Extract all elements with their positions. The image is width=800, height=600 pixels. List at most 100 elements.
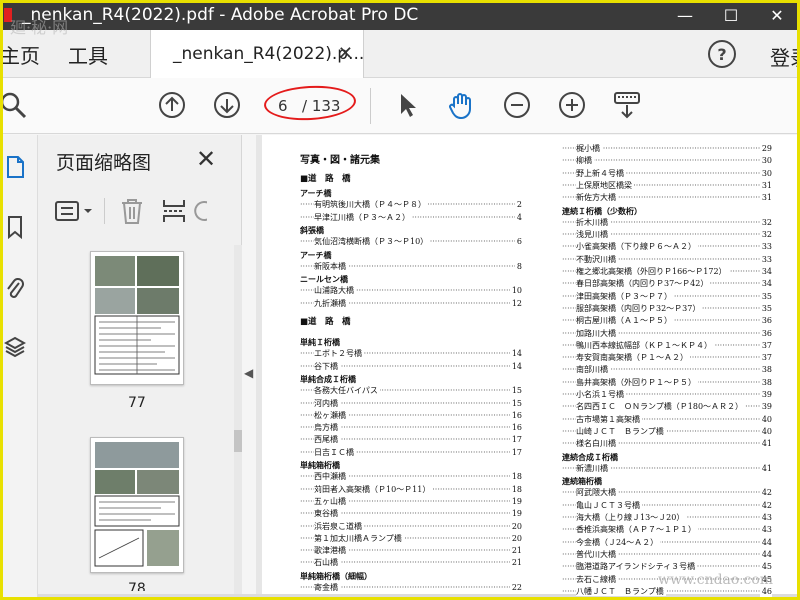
toc-entry[interactable]: 春日部高架橋（内回りＰ37～Ｐ42）······················… bbox=[562, 278, 772, 291]
select-arrow-icon[interactable] bbox=[392, 90, 422, 120]
toc-entry[interactable]: 阿武隈大橋 ···································… bbox=[562, 487, 772, 500]
login-button[interactable]: 登录 bbox=[770, 42, 800, 71]
panel-close-icon[interactable]: ✕ bbox=[196, 145, 216, 173]
toc-entry[interactable]: 西中瀬橋 ····································… bbox=[300, 471, 522, 484]
thumbnail-page-78[interactable] bbox=[90, 437, 184, 573]
toc-entry[interactable]: 新濃川橋 ····································… bbox=[562, 462, 772, 475]
toc-entry[interactable]: 服部高架橋（内回りＰ32～Ｐ37）·······················… bbox=[562, 302, 772, 315]
toc-entry[interactable]: 新阪本橋 ····································… bbox=[300, 260, 522, 273]
toc-entry[interactable]: 有明筑後川大橋（Ｐ４～Ｐ８）··························… bbox=[300, 199, 522, 212]
tab-document[interactable]: _nenkan_R4(2022).p... ✕ bbox=[150, 30, 364, 78]
toc-page-number: 36 bbox=[759, 315, 772, 328]
toc-entry[interactable]: 津田高架橋（Ｐ３～Ｐ７）····························… bbox=[562, 290, 772, 303]
toc-entry[interactable]: 権之郷北高架橋（外回りＰ166～Ｐ172）···················… bbox=[562, 266, 772, 278]
toc-page-number: 14 bbox=[509, 360, 522, 373]
toc-entry-text: 亀山ＪＣＴ３号橋 bbox=[576, 500, 642, 510]
scrollbar-thumb[interactable] bbox=[234, 430, 242, 452]
toc-entry[interactable]: 苅田者入高架橋（Ｐ10～Ｐ11）························… bbox=[300, 483, 522, 496]
page-down-icon[interactable] bbox=[212, 90, 242, 120]
toc-page-number: 33 bbox=[759, 253, 772, 266]
toc-entry[interactable]: 小雀高架橋（下り線Ｐ６～Ａ２）·························… bbox=[562, 241, 772, 254]
toc-page-number: 40 bbox=[759, 425, 772, 438]
toc-entry[interactable]: 日吉ＩＣ橋 ···································… bbox=[300, 446, 522, 459]
toc-entry[interactable]: 香椎浜高架橋（ＡＰ７～１Ｐ１）·························… bbox=[562, 524, 772, 537]
toc-entry[interactable]: 五ヶ山橋 ····································… bbox=[300, 495, 522, 508]
toc-entry[interactable]: 気仙沼湾横断橋（Ｐ３～Ｐ10）·························… bbox=[300, 236, 522, 249]
tab-bar: 主页 工具 _nenkan_R4(2022).p... ✕ ? 登录 bbox=[0, 30, 800, 78]
toc-entry-text: 名四西ＩＣ ＯＮランプ橋（Ｐ180～ＡＲ２） bbox=[576, 402, 746, 412]
insert-page-icon[interactable] bbox=[159, 197, 189, 225]
toc-entry[interactable]: 石山橋 ·····································… bbox=[300, 557, 522, 570]
page-up-icon[interactable] bbox=[157, 90, 187, 120]
toc-entry[interactable]: 山浦路大橋 ···································… bbox=[300, 285, 522, 298]
toc-entry[interactable]: 河内橋 ·····································… bbox=[300, 397, 522, 410]
toc-entry[interactable]: 西尾橋 ·····································… bbox=[300, 434, 522, 447]
toc-entry[interactable]: 鴨川西本線拡幅部（ＫＰ１～ＫＰ４）·······················… bbox=[562, 339, 772, 352]
layers-icon[interactable] bbox=[2, 333, 28, 361]
minimize-button[interactable]: — bbox=[662, 0, 708, 30]
collapse-panel-arrow[interactable]: ◀ bbox=[244, 366, 253, 380]
close-window-button[interactable]: ✕ bbox=[754, 0, 800, 30]
tab-close-icon[interactable]: ✕ bbox=[338, 43, 353, 64]
toc-entry[interactable]: 海大橋（上り線Ｊ13～Ｊ20）·························… bbox=[562, 512, 772, 524]
keyboard-scroll-icon[interactable] bbox=[612, 90, 642, 120]
toc-entry[interactable]: 東谷橋 ·····································… bbox=[300, 508, 522, 521]
document-view[interactable]: 写真・図・諸元集 ■道 路 橋アーチ橋有明筑後川大橋（Ｐ４～Ｐ８）·······… bbox=[256, 135, 800, 600]
rotate-page-icon[interactable] bbox=[193, 197, 207, 225]
toc-entry[interactable]: 寿安賀南高架橋（Ｐ１～Ａ２）··························… bbox=[562, 352, 772, 365]
hand-icon[interactable] bbox=[446, 90, 476, 120]
toc-entry[interactable]: 普代川大橋 ···································… bbox=[562, 548, 772, 561]
toc-entry[interactable]: エボト２号橋 ··································… bbox=[300, 348, 522, 361]
toc-entry[interactable]: 桐古屋川橋（Ａ１～Ｐ５）····························… bbox=[562, 315, 772, 328]
toc-entry[interactable]: 早津江川橋（Ｐ３～Ａ２）····························… bbox=[300, 211, 522, 224]
delete-page-icon[interactable] bbox=[117, 197, 147, 225]
toc-entry[interactable]: 各務大任バイパス ······· ·························… bbox=[300, 385, 522, 398]
toc-entry[interactable]: 谷下橋 ·····································… bbox=[300, 360, 522, 373]
toc-entry[interactable]: 浅見川橋 ····································… bbox=[562, 229, 772, 242]
toc-entry[interactable]: 烏方橋 ·····································… bbox=[300, 422, 522, 435]
toc-entry[interactable]: 梶小橋 ·····································… bbox=[562, 143, 772, 155]
toc-entry[interactable]: 折木川橋 ····································… bbox=[562, 216, 772, 229]
search-icon[interactable] bbox=[0, 90, 30, 120]
maximize-button[interactable]: ☐ bbox=[708, 0, 754, 30]
toc-entry[interactable]: 歌津港橋 ····································… bbox=[300, 545, 522, 558]
zoom-in-icon[interactable] bbox=[557, 90, 587, 120]
toc-entry[interactable]: 古市場第１高架橋 ······· ·························… bbox=[562, 413, 772, 426]
page-thumbnails-icon[interactable] bbox=[2, 153, 28, 181]
bookmark-icon[interactable] bbox=[2, 213, 28, 241]
toc-entry-text: 新濃川橋 bbox=[576, 463, 610, 473]
tab-home[interactable]: 主页 bbox=[0, 40, 40, 69]
toc-entry[interactable]: 松ヶ瀬橋 ····································… bbox=[300, 409, 522, 422]
toc-entry[interactable]: 小名浜１号橋 ··································… bbox=[562, 389, 772, 401]
attachment-icon[interactable] bbox=[2, 275, 28, 303]
help-button[interactable]: ? bbox=[708, 40, 736, 68]
thumbnail-scrollbar[interactable] bbox=[234, 245, 242, 600]
toc-page-number: 2 bbox=[514, 199, 522, 212]
toc-entry-text: 柳橋 bbox=[576, 156, 594, 166]
toc-entry[interactable]: 島井高架橋（外回りＰ１～Ｐ５）·························… bbox=[562, 376, 772, 389]
thumbnail-page-77[interactable] bbox=[90, 251, 184, 385]
tab-tools[interactable]: 工具 bbox=[68, 40, 108, 69]
options-menu-icon[interactable] bbox=[54, 197, 94, 225]
toc-entry-text: 上保原地区橋梁 bbox=[576, 180, 634, 190]
toc-entry[interactable]: 新佐方大橋 ···································… bbox=[562, 192, 772, 205]
toc-page-number: 12 bbox=[509, 297, 522, 310]
toc-entry[interactable]: 寄金橋 ·····································… bbox=[300, 582, 522, 594]
toc-entry[interactable]: 名四西ＩＣ ＯＮランプ橋（Ｐ180～ＡＲ２）··················… bbox=[562, 401, 772, 414]
toc-entry[interactable]: 今金橋（Ｊ24～Ａ２） ······· ······················… bbox=[562, 536, 772, 549]
toc-entry[interactable]: 不動沢川橋 ···································… bbox=[562, 253, 772, 266]
toc-entry[interactable]: 山崎ＪＣＴ Ｂランプ橋 ······· ······················… bbox=[562, 425, 772, 438]
toc-entry[interactable]: 柳橋 ······································… bbox=[562, 155, 772, 168]
zoom-out-icon[interactable] bbox=[502, 90, 532, 120]
toc-entry[interactable]: 野上新４号橋 ··································… bbox=[562, 167, 772, 180]
toc-entry[interactable]: 第１加太川橋Ａランプ橋 ······· ······················… bbox=[300, 532, 522, 545]
toc-entry[interactable]: 九折瀬橋 ····································… bbox=[300, 297, 522, 310]
toc-entry-text: 服部高架橋（内回りＰ32～Ｐ37） bbox=[576, 303, 703, 313]
toc-entry[interactable]: 様名白川橋 ···································… bbox=[562, 438, 772, 451]
toc-entry[interactable]: 加路川大橋 ···································… bbox=[562, 327, 772, 340]
toc-entry[interactable]: 亀山ＪＣＴ３号橋 ······· ·························… bbox=[562, 499, 772, 512]
toc-entry[interactable]: 浜岩泉こ道橋 ··································… bbox=[300, 520, 522, 533]
toc-entry[interactable]: 上保原地区橋梁 ·································… bbox=[562, 179, 772, 192]
toc-entry[interactable]: 南部川橋 ····································… bbox=[562, 364, 772, 377]
toc-page-number: 4 bbox=[514, 211, 522, 224]
